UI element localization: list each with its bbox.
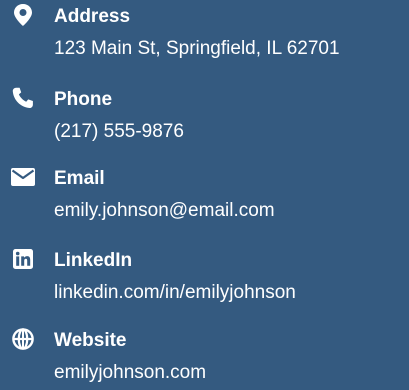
phone-icon	[10, 85, 36, 111]
website-label: Website	[54, 330, 127, 351]
contact-item-email: Email emily.johnson@email.com	[0, 164, 409, 228]
contact-item-website: Website emilyjohnson.com	[0, 326, 409, 390]
phone-value: (217) 555-9876	[54, 121, 184, 142]
contact-list: Address 123 Main St, Springfield, IL 627…	[0, 0, 409, 387]
contact-item-address: Address 123 Main St, Springfield, IL 627…	[0, 2, 409, 66]
website-value: emilyjohnson.com	[54, 362, 207, 383]
contact-item-linkedin: LinkedIn linkedin.com/in/emilyjohnson	[0, 246, 409, 310]
location-pin-icon	[10, 2, 36, 28]
envelope-icon	[10, 164, 36, 190]
phone-label: Phone	[54, 89, 113, 110]
linkedin-value: linkedin.com/in/emilyjohnson	[54, 282, 296, 303]
linkedin-label: LinkedIn	[54, 250, 133, 271]
email-label: Email	[54, 168, 105, 189]
address-label: Address	[54, 6, 131, 27]
email-value: emily.johnson@email.com	[54, 200, 275, 221]
globe-icon	[10, 326, 36, 352]
contact-item-phone: Phone (217) 555-9876	[0, 85, 409, 149]
linkedin-icon	[10, 246, 36, 272]
address-value: 123 Main St, Springfield, IL 62701	[54, 38, 340, 59]
